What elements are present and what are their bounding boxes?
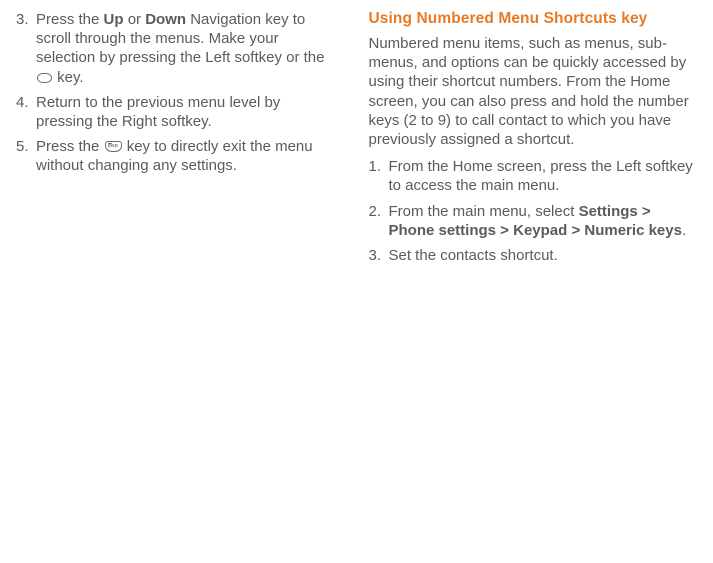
right-steps-list: From the Home screen, press the Left sof…: [369, 157, 694, 265]
step-item: Press the key to directly exit the menu …: [16, 137, 341, 175]
end-key-icon: [105, 141, 122, 152]
right-column: Using Numbered Menu Shortcuts key Number…: [355, 10, 694, 553]
bold-text: Down: [145, 11, 186, 28]
manual-page: Press the Up or Down Navigation key to s…: [0, 0, 713, 563]
section-intro: Numbered menu items, such as menus, sub-…: [369, 34, 694, 149]
step-item: Return to the previous menu level by pre…: [16, 93, 341, 131]
bold-text: Settings > Phone settings > Keypad > Num…: [389, 203, 682, 239]
step-item: Press the Up or Down Navigation key to s…: [16, 10, 341, 87]
step-item: Set the contacts shortcut.: [369, 246, 694, 265]
section-heading: Using Numbered Menu Shortcuts key: [369, 10, 694, 28]
bold-text: Up: [104, 11, 124, 28]
round-key-icon: [37, 73, 52, 83]
step-item: From the Home screen, press the Left sof…: [369, 157, 694, 195]
step-item: From the main menu, select Settings > Ph…: [369, 202, 694, 240]
left-column: Press the Up or Down Navigation key to s…: [16, 10, 355, 553]
left-steps-list: Press the Up or Down Navigation key to s…: [16, 10, 341, 176]
